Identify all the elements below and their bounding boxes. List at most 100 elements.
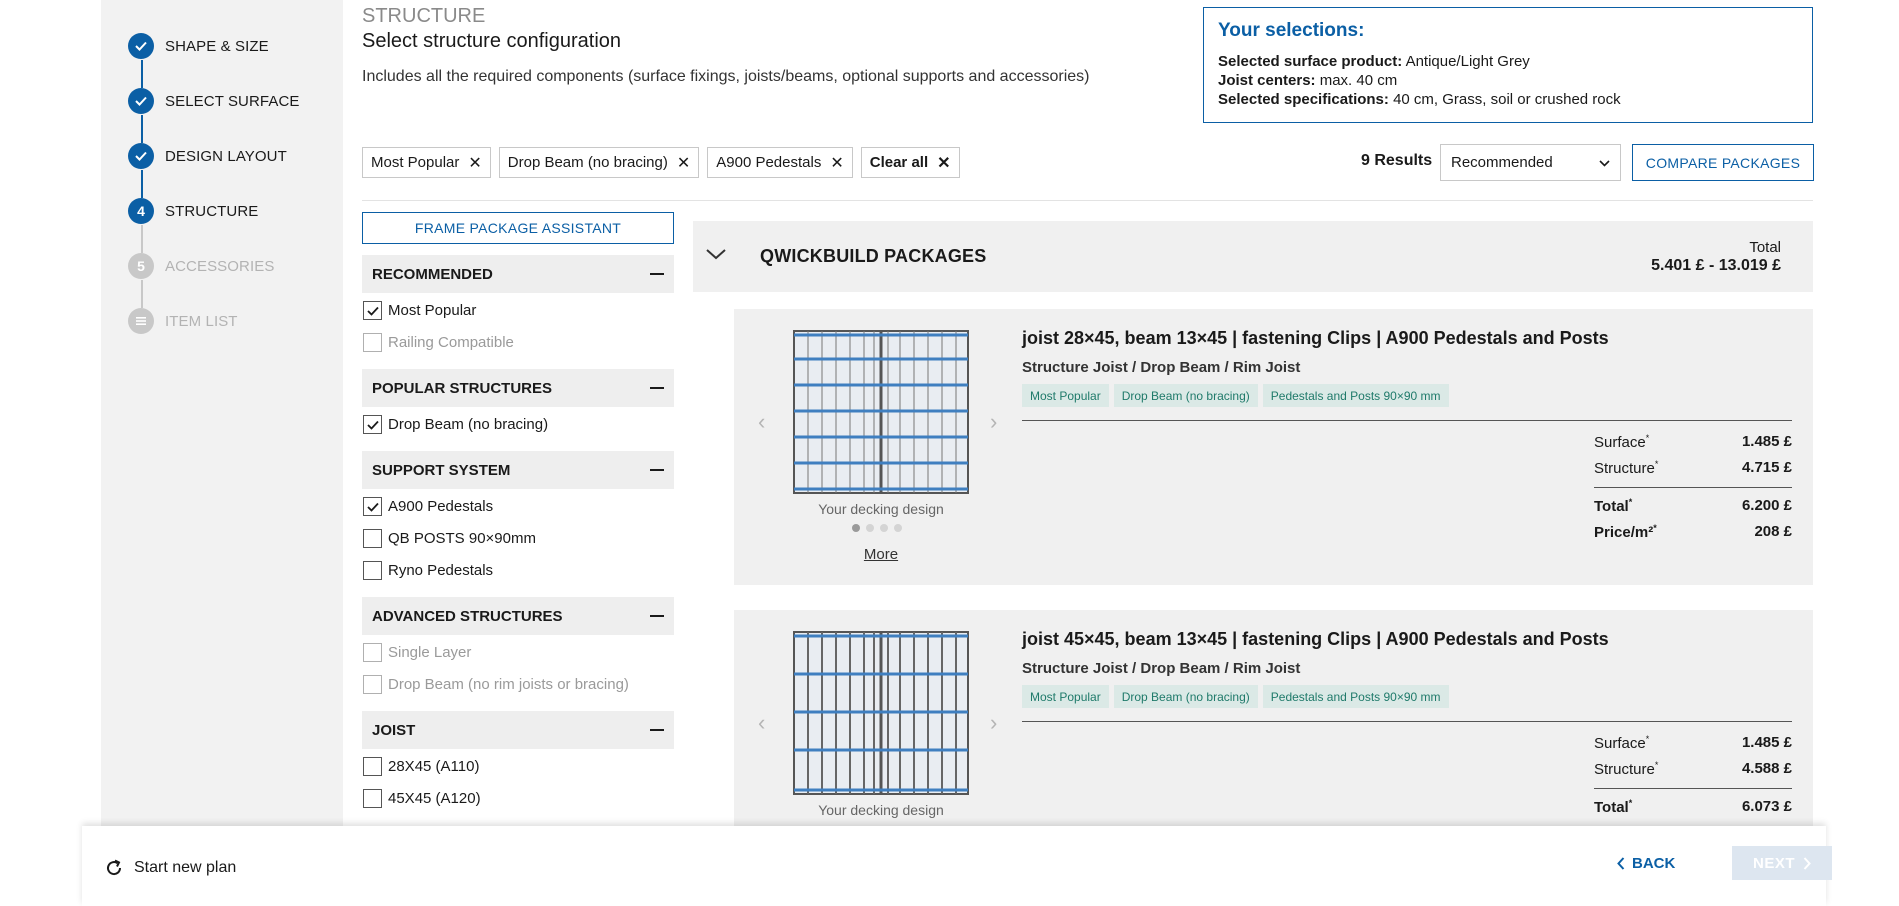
package-tags: Most Popular Drop Beam (no bracing) Pede… <box>1022 685 1449 708</box>
close-icon[interactable]: ✕ <box>468 153 481 173</box>
filter-chip[interactable]: A900 Pedestals ✕ <box>707 147 853 178</box>
price-structure: Structure* 4.588 £ <box>1594 760 1792 778</box>
filter-option-single-layer[interactable]: Single Layer <box>363 643 471 662</box>
check-icon <box>128 143 154 169</box>
tag: Pedestals and Posts 90×90 mm <box>1262 685 1449 708</box>
checkbox[interactable] <box>363 643 382 662</box>
tag: Pedestals and Posts 90×90 mm <box>1262 384 1449 407</box>
refresh-icon <box>104 858 124 878</box>
filter-group-joist[interactable]: JOIST <box>362 711 674 749</box>
step-select-surface[interactable]: SELECT SURFACE <box>128 86 300 116</box>
close-icon[interactable]: ✕ <box>937 153 950 173</box>
tag: Drop Beam (no bracing) <box>1113 384 1258 407</box>
checkbox[interactable] <box>363 675 382 694</box>
filter-chip[interactable]: Drop Beam (no bracing) ✕ <box>498 147 700 178</box>
filter-chip[interactable]: Most Popular ✕ <box>362 147 491 178</box>
clear-all-chip[interactable]: Clear all ✕ <box>860 147 960 178</box>
back-button[interactable]: BACK <box>1617 846 1675 880</box>
filter-option-most-popular[interactable]: Most Popular <box>363 301 476 320</box>
package-subtitle: Structure Joist / Drop Beam / Rim Joist <box>1022 660 1301 677</box>
chevron-left-icon <box>1617 856 1625 870</box>
package-total-label: Total <box>1749 239 1781 256</box>
selections-summary: Your selections: Selected surface produc… <box>1203 7 1813 123</box>
image-caption: Your decking design <box>818 802 944 818</box>
selection-line: Selected surface product: Antique/Light … <box>1218 53 1530 70</box>
step-label: ACCESSORIES <box>165 257 275 275</box>
package-subtitle: Structure Joist / Drop Beam / Rim Joist <box>1022 359 1301 376</box>
checkbox-checked[interactable] <box>363 301 382 320</box>
step-design-layout[interactable]: DESIGN LAYOUT <box>128 141 287 171</box>
checkbox[interactable] <box>363 789 382 808</box>
page-kicker: STRUCTURE <box>362 5 486 27</box>
collapse-icon[interactable] <box>650 729 664 731</box>
package-title[interactable]: joist 45×45, beam 13×45 | fastening Clip… <box>1022 629 1609 650</box>
collapse-icon[interactable] <box>650 469 664 471</box>
filter-group-advanced-structures[interactable]: ADVANCED STRUCTURES <box>362 597 674 635</box>
checkbox[interactable] <box>363 757 382 776</box>
steps-panel <box>101 0 343 826</box>
step-connector <box>141 60 143 88</box>
decking-design-image[interactable] <box>792 630 970 796</box>
more-link[interactable]: More <box>792 546 970 563</box>
compare-packages-button[interactable]: COMPARE PACKAGES <box>1632 144 1814 181</box>
filter-option-qb-posts[interactable]: QB POSTS 90×90mm <box>363 529 536 548</box>
price-per-m2: Price/m²* 208 £ <box>1594 523 1792 541</box>
filter-group-recommended[interactable]: RECOMMENDED <box>362 255 674 293</box>
close-icon[interactable]: ✕ <box>677 153 690 173</box>
step-label: SHAPE & SIZE <box>165 37 269 55</box>
chevron-left-icon[interactable]: ‹ <box>758 710 765 736</box>
filter-group-support-system[interactable]: SUPPORT SYSTEM <box>362 451 674 489</box>
chevron-right-icon[interactable]: › <box>990 710 997 736</box>
close-icon[interactable]: ✕ <box>830 153 843 173</box>
checkbox[interactable] <box>363 333 382 352</box>
package-title[interactable]: joist 28×45, beam 13×45 | fastening Clip… <box>1022 328 1609 349</box>
filter-option-drop-beam-no-rim[interactable]: Drop Beam (no rim joists or bracing) <box>363 675 629 694</box>
chevron-left-icon[interactable]: ‹ <box>758 409 765 435</box>
sort-select[interactable]: Recommended <box>1440 144 1621 181</box>
step-structure[interactable]: 4 STRUCTURE <box>128 196 258 226</box>
filter-option-railing-compatible[interactable]: Railing Compatible <box>363 333 514 352</box>
collapse-icon[interactable] <box>650 615 664 617</box>
checkbox-checked[interactable] <box>363 497 382 516</box>
step-number: 5 <box>128 253 154 279</box>
collapse-icon[interactable] <box>650 387 664 389</box>
tag: Most Popular <box>1022 685 1109 708</box>
chevron-down-icon[interactable] <box>705 247 727 266</box>
filter-group-popular-structures[interactable]: POPULAR STRUCTURES <box>362 369 674 407</box>
checkbox[interactable] <box>363 561 382 580</box>
next-button[interactable]: NEXT <box>1732 846 1832 880</box>
checkbox[interactable] <box>363 529 382 548</box>
step-connector <box>141 225 143 253</box>
package-group-title: QWICKBUILD PACKAGES <box>760 246 987 266</box>
filter-option-28x45[interactable]: 28X45 (A110) <box>363 757 479 776</box>
step-number: 4 <box>128 198 154 224</box>
collapse-icon[interactable] <box>650 273 664 275</box>
decking-design-image[interactable] <box>792 329 970 495</box>
list-icon <box>128 308 154 334</box>
chevron-right-icon[interactable]: › <box>990 409 997 435</box>
step-shape-size[interactable]: SHAPE & SIZE <box>128 31 269 61</box>
page-description: Includes all the required components (su… <box>362 68 1090 85</box>
footer-bar <box>82 826 1826 906</box>
tag: Drop Beam (no bracing) <box>1113 685 1258 708</box>
chevron-right-icon <box>1803 856 1811 870</box>
selection-line: Selected specifications: 40 cm, Grass, s… <box>1218 91 1621 108</box>
package-tags: Most Popular Drop Beam (no bracing) Pede… <box>1022 384 1449 407</box>
package-card[interactable]: ‹ › Your decking design More joist 28×45… <box>734 309 1813 585</box>
filter-option-a900-pedestals[interactable]: A900 Pedestals <box>363 497 493 516</box>
price-surface: Surface* 1.485 £ <box>1594 433 1792 451</box>
check-icon <box>128 88 154 114</box>
filter-option-ryno-pedestals[interactable]: Ryno Pedestals <box>363 561 493 580</box>
checkbox-checked[interactable] <box>363 415 382 434</box>
carousel-dots[interactable] <box>852 524 902 532</box>
image-caption: Your decking design <box>818 501 944 517</box>
filter-option-45x45[interactable]: 45X45 (A120) <box>363 789 481 808</box>
divider <box>362 200 1813 201</box>
start-new-plan-button[interactable]: Start new plan <box>104 858 236 878</box>
package-group-header[interactable]: QWICKBUILD PACKAGES Total 5.401 £ - 13.0… <box>693 221 1813 292</box>
filter-option-drop-beam[interactable]: Drop Beam (no bracing) <box>363 415 548 434</box>
page-title: Select structure configuration <box>362 30 622 52</box>
frame-package-assistant-button[interactable]: FRAME PACKAGE ASSISTANT <box>362 212 674 244</box>
chevron-down-icon <box>1599 154 1610 171</box>
divider <box>1022 721 1792 722</box>
